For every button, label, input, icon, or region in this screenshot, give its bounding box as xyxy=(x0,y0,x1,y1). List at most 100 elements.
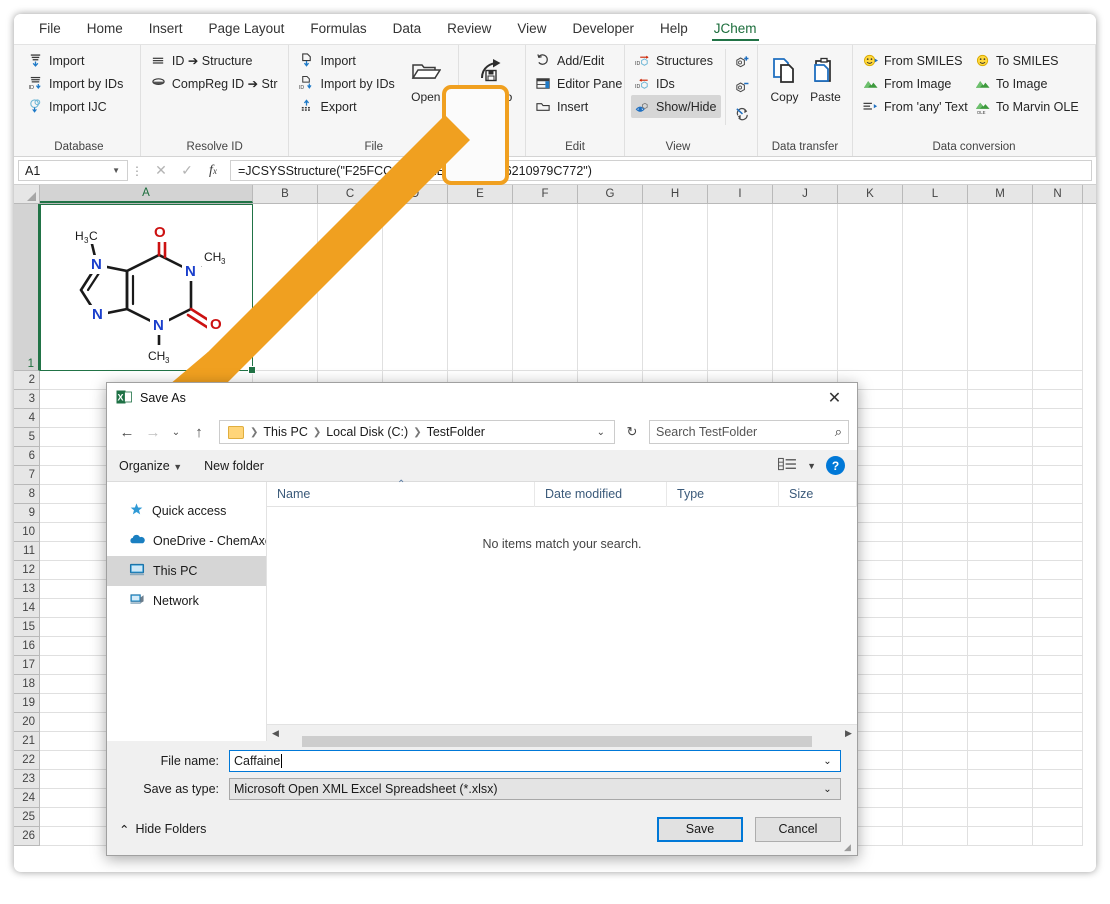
row-header-16[interactable]: 16 xyxy=(14,637,40,656)
ribbon-item-compreg-id[interactable]: CompReg ID ➔ Str xyxy=(147,72,283,95)
grid-cell-M25[interactable] xyxy=(968,808,1033,827)
row-header-14[interactable]: 14 xyxy=(14,599,40,618)
tab-view[interactable]: View xyxy=(504,17,559,42)
help-button[interactable]: ? xyxy=(826,456,845,475)
ribbon-item-file-import-by-ids[interactable]: ID Import by IDs xyxy=(295,72,399,95)
ribbon-item-to-image[interactable]: To Image xyxy=(971,72,1089,95)
row-header-6[interactable]: 6 xyxy=(14,447,40,466)
add-structure-icon[interactable] xyxy=(730,51,754,75)
row-header-3[interactable]: 3 xyxy=(14,390,40,409)
grid-cell-M9[interactable] xyxy=(968,504,1033,523)
scrollbar-thumb[interactable] xyxy=(302,736,812,747)
grid-cell-M22[interactable] xyxy=(968,751,1033,770)
grid-cell-L15[interactable] xyxy=(903,618,968,637)
grid-cell-N2[interactable] xyxy=(1033,371,1083,390)
tab-home[interactable]: Home xyxy=(74,17,136,42)
tab-developer[interactable]: Developer xyxy=(559,17,647,42)
ribbon-item-to-smiles[interactable]: To SMILES xyxy=(971,49,1089,72)
grid-cell-L19[interactable] xyxy=(903,694,968,713)
cancel-icon[interactable]: ✕ xyxy=(148,160,174,182)
hide-folders-button[interactable]: ⌃ Hide Folders xyxy=(119,822,206,837)
file-name-input[interactable]: Caffaine ⌄ xyxy=(229,750,841,772)
column-header-j[interactable]: J xyxy=(773,185,838,203)
grid-cell-F1[interactable] xyxy=(513,204,578,371)
grid-cell-N6[interactable] xyxy=(1033,447,1083,466)
grid-cell-L14[interactable] xyxy=(903,599,968,618)
sidebar-item-quick-access[interactable]: Quick access xyxy=(107,496,266,526)
tab-review[interactable]: Review xyxy=(434,17,504,42)
sidebar-item-network[interactable]: Network xyxy=(107,586,266,616)
grid-cell-M1[interactable] xyxy=(968,204,1033,371)
grid-cell-L17[interactable] xyxy=(903,656,968,675)
column-header-name[interactable]: Name ⌃ xyxy=(267,482,535,507)
grid-cell-M24[interactable] xyxy=(968,789,1033,808)
close-icon[interactable]: ✕ xyxy=(812,383,857,414)
column-header-l[interactable]: L xyxy=(903,185,968,203)
horizontal-scrollbar[interactable]: ◀ ▶ xyxy=(267,724,857,741)
grid-cell-N15[interactable] xyxy=(1033,618,1083,637)
grid-cell-L23[interactable] xyxy=(903,770,968,789)
select-all-corner[interactable] xyxy=(14,185,40,203)
grid-cell-N24[interactable] xyxy=(1033,789,1083,808)
view-mode-chevron-down-icon[interactable]: ▼ xyxy=(807,461,816,471)
row-header-24[interactable]: 24 xyxy=(14,789,40,808)
grid-cell-N25[interactable] xyxy=(1033,808,1083,827)
grid-cell-N9[interactable] xyxy=(1033,504,1083,523)
grid-cell-M16[interactable] xyxy=(968,637,1033,656)
chevron-down-icon[interactable]: ⌄ xyxy=(819,779,836,799)
column-header-date-modified[interactable]: Date modified xyxy=(535,482,667,507)
row-header-8[interactable]: 8 xyxy=(14,485,40,504)
chevron-down-icon[interactable]: ⌄ xyxy=(819,751,836,771)
file-list-body[interactable]: No items match your search. xyxy=(267,507,857,724)
grid-cell-L3[interactable] xyxy=(903,390,968,409)
column-header-d[interactable]: D xyxy=(383,185,448,203)
grid-cell-C1[interactable] xyxy=(318,204,383,371)
row-header-12[interactable]: 12 xyxy=(14,561,40,580)
grid-cell-M12[interactable] xyxy=(968,561,1033,580)
row-header-2[interactable]: 2 xyxy=(14,371,40,390)
column-header-f[interactable]: F xyxy=(513,185,578,203)
grid-cell-M2[interactable] xyxy=(968,371,1033,390)
grid-cell-M26[interactable] xyxy=(968,827,1033,846)
name-box[interactable]: A1 ▼ xyxy=(18,160,128,181)
grid-cell-N20[interactable] xyxy=(1033,713,1083,732)
grid-cell-N4[interactable] xyxy=(1033,409,1083,428)
column-header-e[interactable]: E xyxy=(448,185,513,203)
grid-cell-L6[interactable] xyxy=(903,447,968,466)
column-header-size[interactable]: Size xyxy=(779,482,857,507)
grid-cell-N14[interactable] xyxy=(1033,599,1083,618)
grid-cell-N10[interactable] xyxy=(1033,523,1083,542)
column-header-i[interactable]: I xyxy=(708,185,773,203)
grid-cell-N7[interactable] xyxy=(1033,466,1083,485)
ribbon-item-import[interactable]: Import xyxy=(24,49,128,72)
ribbon-item-from-smiles[interactable]: From SMILES xyxy=(859,49,971,72)
ribbon-button-save-to-share[interactable]: Save to Share xyxy=(465,49,519,118)
row-header-20[interactable]: 20 xyxy=(14,713,40,732)
grid-cell-L11[interactable] xyxy=(903,542,968,561)
grid-cell-G1[interactable] xyxy=(578,204,643,371)
column-header-k[interactable]: K xyxy=(838,185,903,203)
grid-cell-L10[interactable] xyxy=(903,523,968,542)
grid-cell-N19[interactable] xyxy=(1033,694,1083,713)
row-header-11[interactable]: 11 xyxy=(14,542,40,561)
breadcrumb-segment-this-pc[interactable]: This PC xyxy=(260,425,310,439)
grid-cell-M15[interactable] xyxy=(968,618,1033,637)
row-header-7[interactable]: 7 xyxy=(14,466,40,485)
grid-cell-M4[interactable] xyxy=(968,409,1033,428)
back-arrow-icon[interactable]: ← xyxy=(115,420,139,444)
tab-data[interactable]: Data xyxy=(380,17,435,42)
grid-cell-N13[interactable] xyxy=(1033,580,1083,599)
column-header-n[interactable]: N xyxy=(1033,185,1083,203)
grid-cell-M17[interactable] xyxy=(968,656,1033,675)
ribbon-item-view-structures[interactable]: ID Structures xyxy=(631,49,721,72)
grid-cell-M8[interactable] xyxy=(968,485,1033,504)
grid-cell-I1[interactable] xyxy=(708,204,773,371)
grid-cell-M10[interactable] xyxy=(968,523,1033,542)
grid-cell-L7[interactable] xyxy=(903,466,968,485)
grid-cell-L13[interactable] xyxy=(903,580,968,599)
ribbon-item-to-marvin-ole[interactable]: OLE To Marvin OLE xyxy=(971,95,1089,118)
grid-cell-H1[interactable] xyxy=(643,204,708,371)
row-header-19[interactable]: 19 xyxy=(14,694,40,713)
grid-cell-E1[interactable] xyxy=(448,204,513,371)
confirm-icon[interactable]: ✓ xyxy=(174,160,200,182)
